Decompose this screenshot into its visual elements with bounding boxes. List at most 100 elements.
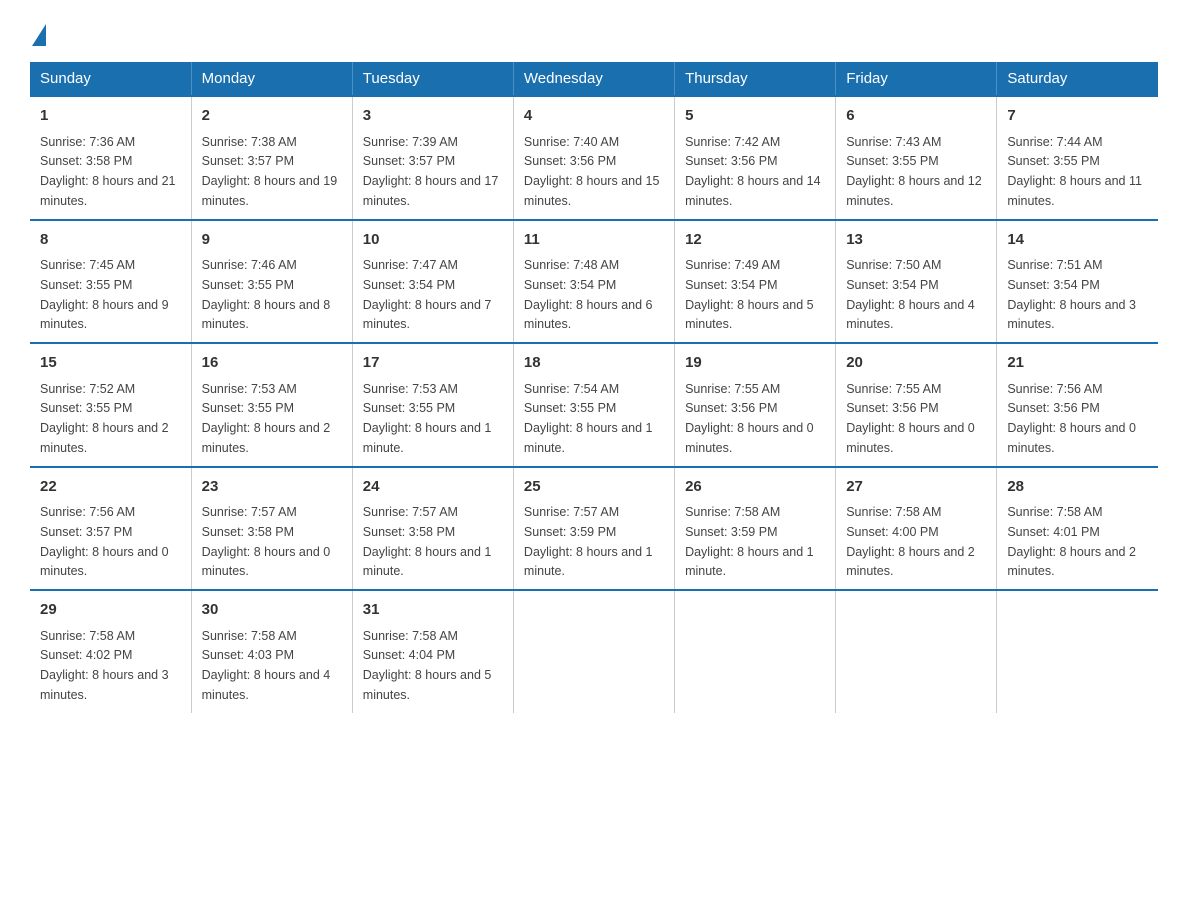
day-info: Sunrise: 7:53 AMSunset: 3:55 PMDaylight:… bbox=[202, 382, 331, 455]
day-info: Sunrise: 7:51 AMSunset: 3:54 PMDaylight:… bbox=[1007, 258, 1136, 331]
calendar-cell: 20 Sunrise: 7:55 AMSunset: 3:56 PMDayligh… bbox=[836, 343, 997, 467]
calendar-week-4: 22 Sunrise: 7:56 AMSunset: 3:57 PMDayligh… bbox=[30, 467, 1158, 591]
calendar-week-3: 15 Sunrise: 7:52 AMSunset: 3:55 PMDayligh… bbox=[30, 343, 1158, 467]
calendar-cell: 21 Sunrise: 7:56 AMSunset: 3:56 PMDayligh… bbox=[997, 343, 1158, 467]
calendar-week-1: 1Sunrise: 7:36 AMSunset: 3:58 PMDaylight… bbox=[30, 96, 1158, 220]
calendar-cell: 30 Sunrise: 7:58 AMSunset: 4:03 PMDayligh… bbox=[191, 590, 352, 713]
logo-triangle-icon bbox=[32, 24, 46, 46]
calendar-cell: 15 Sunrise: 7:52 AMSunset: 3:55 PMDayligh… bbox=[30, 343, 191, 467]
header-monday: Monday bbox=[191, 62, 352, 96]
day-info: Sunrise: 7:58 AMSunset: 4:00 PMDaylight:… bbox=[846, 505, 975, 578]
day-number: 28 bbox=[1007, 476, 1148, 499]
calendar-cell: 18 Sunrise: 7:54 AMSunset: 3:55 PMDayligh… bbox=[513, 343, 674, 467]
day-info: Sunrise: 7:48 AMSunset: 3:54 PMDaylight:… bbox=[524, 258, 653, 331]
calendar-cell: 9 Sunrise: 7:46 AMSunset: 3:55 PMDaylight… bbox=[191, 220, 352, 344]
day-number: 18 bbox=[524, 352, 664, 375]
day-number: 25 bbox=[524, 476, 664, 499]
day-number: 1 bbox=[40, 105, 181, 128]
day-number: 21 bbox=[1007, 352, 1148, 375]
day-number: 15 bbox=[40, 352, 181, 375]
calendar-cell: 26 Sunrise: 7:58 AMSunset: 3:59 PMDayligh… bbox=[675, 467, 836, 591]
day-number: 11 bbox=[524, 229, 664, 252]
header-tuesday: Tuesday bbox=[352, 62, 513, 96]
calendar-cell: 5Sunrise: 7:42 AMSunset: 3:56 PMDaylight… bbox=[675, 96, 836, 220]
day-number: 7 bbox=[1007, 105, 1148, 128]
day-number: 31 bbox=[363, 599, 503, 622]
day-number: 22 bbox=[40, 476, 181, 499]
day-info: Sunrise: 7:46 AMSunset: 3:55 PMDaylight:… bbox=[202, 258, 331, 331]
day-number: 8 bbox=[40, 229, 181, 252]
day-info: Sunrise: 7:53 AMSunset: 3:55 PMDaylight:… bbox=[363, 382, 492, 455]
calendar-cell bbox=[675, 590, 836, 713]
calendar-cell: 3 Sunrise: 7:39 AMSunset: 3:57 PMDaylight… bbox=[352, 96, 513, 220]
day-info: Sunrise: 7:58 AMSunset: 4:03 PMDaylight:… bbox=[202, 629, 331, 702]
day-number: 24 bbox=[363, 476, 503, 499]
day-info: Sunrise: 7:38 AMSunset: 3:57 PMDaylight:… bbox=[202, 135, 338, 208]
day-info: Sunrise: 7:45 AMSunset: 3:55 PMDaylight:… bbox=[40, 258, 169, 331]
day-number: 6 bbox=[846, 105, 986, 128]
day-number: 17 bbox=[363, 352, 503, 375]
day-info: Sunrise: 7:55 AMSunset: 3:56 PMDaylight:… bbox=[846, 382, 975, 455]
day-number: 14 bbox=[1007, 229, 1148, 252]
day-info: Sunrise: 7:52 AMSunset: 3:55 PMDaylight:… bbox=[40, 382, 169, 455]
day-number: 30 bbox=[202, 599, 342, 622]
day-number: 26 bbox=[685, 476, 825, 499]
day-info: Sunrise: 7:57 AMSunset: 3:59 PMDaylight:… bbox=[524, 505, 653, 578]
day-info: Sunrise: 7:50 AMSunset: 3:54 PMDaylight:… bbox=[846, 258, 975, 331]
calendar-cell: 27 Sunrise: 7:58 AMSunset: 4:00 PMDayligh… bbox=[836, 467, 997, 591]
day-number: 3 bbox=[363, 105, 503, 128]
calendar-cell: 7 Sunrise: 7:44 AMSunset: 3:55 PMDaylight… bbox=[997, 96, 1158, 220]
day-info: Sunrise: 7:56 AMSunset: 3:57 PMDaylight:… bbox=[40, 505, 169, 578]
day-number: 13 bbox=[846, 229, 986, 252]
calendar-cell: 19Sunrise: 7:55 AMSunset: 3:56 PMDayligh… bbox=[675, 343, 836, 467]
calendar-cell: 31Sunrise: 7:58 AMSunset: 4:04 PMDayligh… bbox=[352, 590, 513, 713]
header-wednesday: Wednesday bbox=[513, 62, 674, 96]
day-number: 10 bbox=[363, 229, 503, 252]
calendar-cell: 29 Sunrise: 7:58 AMSunset: 4:02 PMDayligh… bbox=[30, 590, 191, 713]
header-sunday: Sunday bbox=[30, 62, 191, 96]
calendar-cell: 8 Sunrise: 7:45 AMSunset: 3:55 PMDaylight… bbox=[30, 220, 191, 344]
calendar-week-5: 29 Sunrise: 7:58 AMSunset: 4:02 PMDayligh… bbox=[30, 590, 1158, 713]
calendar-cell: 22 Sunrise: 7:56 AMSunset: 3:57 PMDayligh… bbox=[30, 467, 191, 591]
day-info: Sunrise: 7:39 AMSunset: 3:57 PMDaylight:… bbox=[363, 135, 499, 208]
calendar-cell: 2 Sunrise: 7:38 AMSunset: 3:57 PMDaylight… bbox=[191, 96, 352, 220]
calendar-cell: 13 Sunrise: 7:50 AMSunset: 3:54 PMDayligh… bbox=[836, 220, 997, 344]
calendar-cell bbox=[997, 590, 1158, 713]
day-info: Sunrise: 7:49 AMSunset: 3:54 PMDaylight:… bbox=[685, 258, 814, 331]
day-info: Sunrise: 7:44 AMSunset: 3:55 PMDaylight:… bbox=[1007, 135, 1142, 208]
day-number: 29 bbox=[40, 599, 181, 622]
day-number: 27 bbox=[846, 476, 986, 499]
header-thursday: Thursday bbox=[675, 62, 836, 96]
day-info: Sunrise: 7:40 AMSunset: 3:56 PMDaylight:… bbox=[524, 135, 660, 208]
day-info: Sunrise: 7:58 AMSunset: 3:59 PMDaylight:… bbox=[685, 505, 814, 578]
day-info: Sunrise: 7:57 AMSunset: 3:58 PMDaylight:… bbox=[363, 505, 492, 578]
calendar-cell: 1Sunrise: 7:36 AMSunset: 3:58 PMDaylight… bbox=[30, 96, 191, 220]
day-number: 4 bbox=[524, 105, 664, 128]
calendar-cell: 24 Sunrise: 7:57 AMSunset: 3:58 PMDayligh… bbox=[352, 467, 513, 591]
calendar-cell: 17 Sunrise: 7:53 AMSunset: 3:55 PMDayligh… bbox=[352, 343, 513, 467]
day-info: Sunrise: 7:47 AMSunset: 3:54 PMDaylight:… bbox=[363, 258, 492, 331]
header-saturday: Saturday bbox=[997, 62, 1158, 96]
calendar-cell bbox=[513, 590, 674, 713]
calendar-cell: 25 Sunrise: 7:57 AMSunset: 3:59 PMDayligh… bbox=[513, 467, 674, 591]
calendar-cell: 10 Sunrise: 7:47 AMSunset: 3:54 PMDayligh… bbox=[352, 220, 513, 344]
calendar-cell: 12 Sunrise: 7:49 AMSunset: 3:54 PMDayligh… bbox=[675, 220, 836, 344]
calendar-cell bbox=[836, 590, 997, 713]
day-number: 12 bbox=[685, 229, 825, 252]
day-info: Sunrise: 7:54 AMSunset: 3:55 PMDaylight:… bbox=[524, 382, 653, 455]
calendar-table: SundayMondayTuesdayWednesdayThursdayFrid… bbox=[30, 62, 1158, 713]
logo bbox=[30, 20, 46, 46]
day-number: 20 bbox=[846, 352, 986, 375]
calendar-cell: 16Sunrise: 7:53 AMSunset: 3:55 PMDayligh… bbox=[191, 343, 352, 467]
day-info: Sunrise: 7:56 AMSunset: 3:56 PMDaylight:… bbox=[1007, 382, 1136, 455]
day-number: 9 bbox=[202, 229, 342, 252]
calendar-cell: 28 Sunrise: 7:58 AMSunset: 4:01 PMDayligh… bbox=[997, 467, 1158, 591]
day-number: 5 bbox=[685, 105, 825, 128]
calendar-cell: 4 Sunrise: 7:40 AMSunset: 3:56 PMDaylight… bbox=[513, 96, 674, 220]
day-number: 2 bbox=[202, 105, 342, 128]
calendar-header-row: SundayMondayTuesdayWednesdayThursdayFrid… bbox=[30, 62, 1158, 96]
calendar-week-2: 8 Sunrise: 7:45 AMSunset: 3:55 PMDaylight… bbox=[30, 220, 1158, 344]
day-info: Sunrise: 7:58 AMSunset: 4:02 PMDaylight:… bbox=[40, 629, 169, 702]
day-info: Sunrise: 7:58 AMSunset: 4:01 PMDaylight:… bbox=[1007, 505, 1136, 578]
calendar-cell: 23Sunrise: 7:57 AMSunset: 3:58 PMDayligh… bbox=[191, 467, 352, 591]
